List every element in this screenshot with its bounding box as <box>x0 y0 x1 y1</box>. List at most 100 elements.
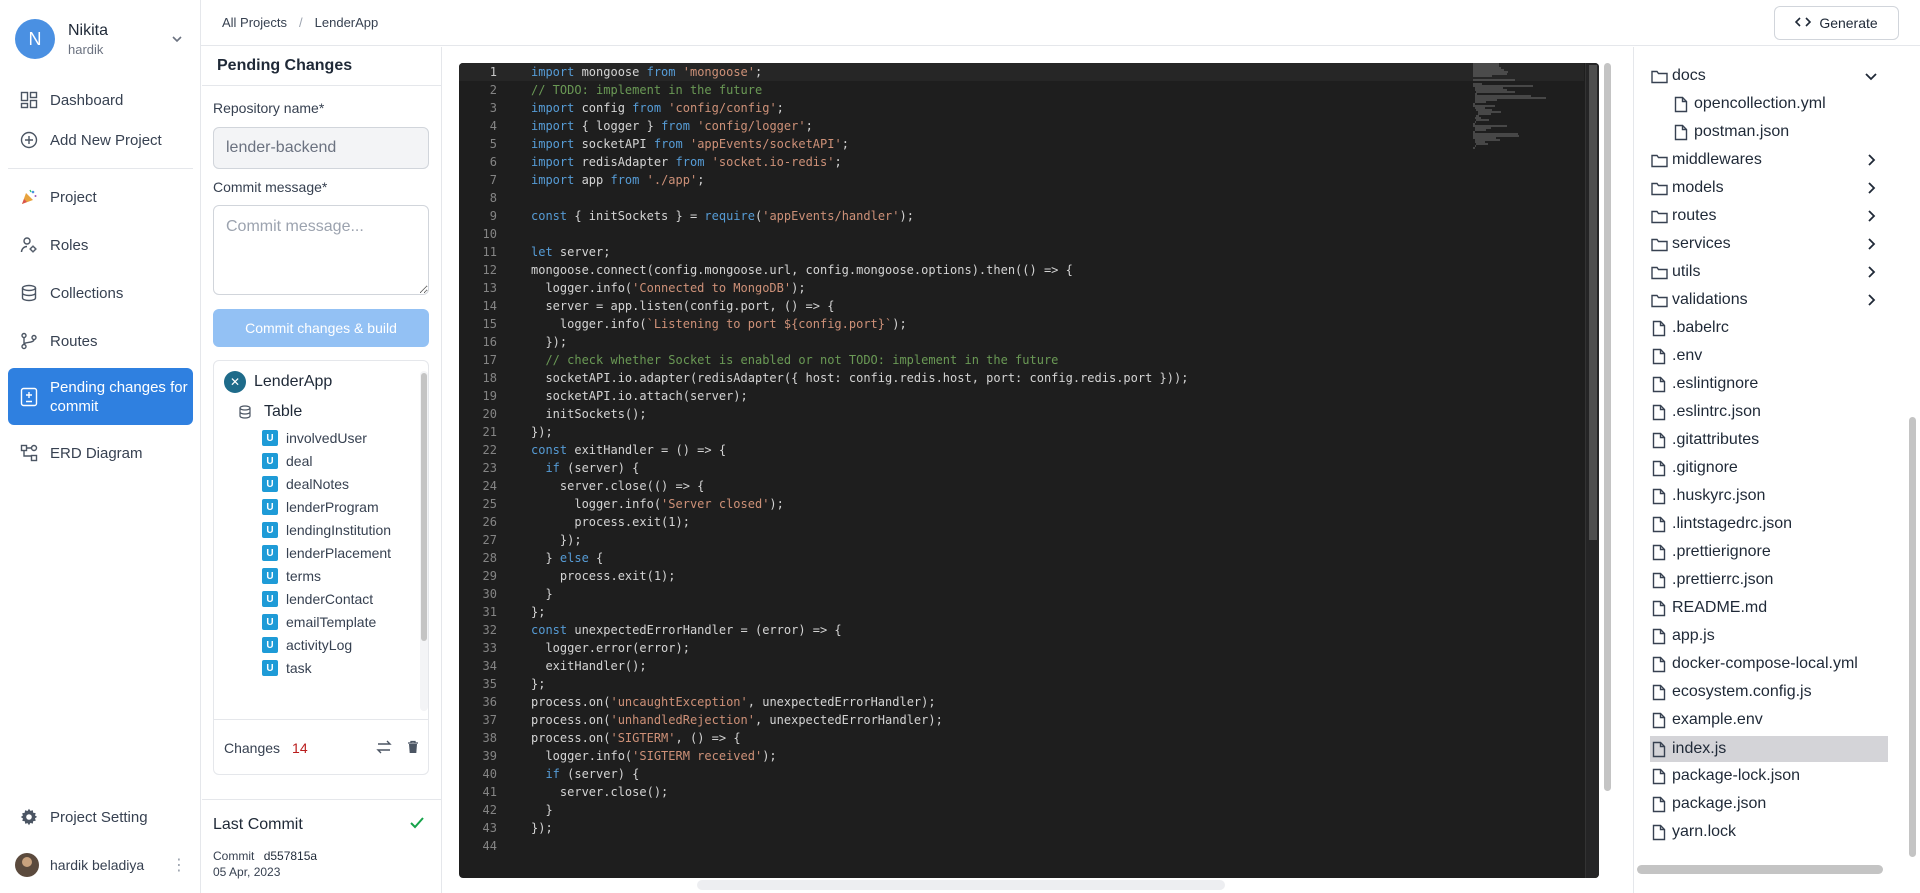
account-switcher[interactable]: N Nikita hardik <box>15 19 187 59</box>
code-line[interactable]: 39 logger.info('SIGTERM received'); <box>459 747 1584 765</box>
chevron-down-icon[interactable] <box>167 29 187 49</box>
file-node[interactable]: .huskyrc.json <box>1650 484 1765 508</box>
code-line[interactable]: 32 const unexpectedErrorHandler = (error)… <box>459 621 1584 639</box>
code-line[interactable]: 41 server.close(); <box>459 783 1584 801</box>
file-node[interactable]: .babelrc <box>1650 316 1729 340</box>
code-line[interactable]: 29 process.exit(1); <box>459 567 1584 585</box>
entity-item[interactable]: UinvolvedUser <box>262 430 367 446</box>
code-line[interactable]: 34 exitHandler(); <box>459 657 1584 675</box>
code-line[interactable]: 21}); <box>459 423 1584 441</box>
code-line[interactable]: 33 logger.error(error); <box>459 639 1584 657</box>
code-line[interactable]: 4 import { logger } from 'config/logger'; <box>459 117 1584 135</box>
entity-item[interactable]: Udeal <box>262 453 312 469</box>
code-line[interactable]: 37 process.on('unhandledRejection', unexp… <box>459 711 1584 729</box>
code-line[interactable]: 7 import app from './app'; <box>459 171 1584 189</box>
folder-node[interactable]: routes <box>1650 204 1716 228</box>
code-line[interactable]: 16 }); <box>459 333 1584 351</box>
sidebar-item-project[interactable]: Project <box>8 177 193 217</box>
generate-button[interactable]: Generate <box>1774 6 1899 40</box>
code-line[interactable]: 8 <box>459 189 1584 207</box>
code-line[interactable]: 27 }); <box>459 531 1584 549</box>
entity-item[interactable]: UlenderPlacement <box>262 545 391 561</box>
code-line[interactable]: 44 <box>459 837 1584 855</box>
file-node[interactable]: .env <box>1650 344 1702 368</box>
file-node[interactable]: .prettierrc.json <box>1650 568 1773 592</box>
code-line[interactable]: 2 // TODO: implement in the future <box>459 81 1584 99</box>
code-line[interactable]: 6 import redisAdapter from 'socket.io-red… <box>459 153 1584 171</box>
code-line[interactable]: 43}); <box>459 819 1584 837</box>
code-line[interactable]: 10 <box>459 225 1584 243</box>
entity-item[interactable]: Utask <box>262 660 312 676</box>
file-node[interactable]: app.js <box>1650 624 1715 648</box>
folder-node[interactable]: validations <box>1650 288 1748 312</box>
sidebar-item-pending-changes[interactable]: Pending changes for commit <box>8 368 193 425</box>
entity-item[interactable]: UdealNotes <box>262 476 349 492</box>
code-line[interactable]: 5 import socketAPI from 'appEvents/socket… <box>459 135 1584 153</box>
file-node[interactable]: index.js <box>1650 736 1888 762</box>
file-node[interactable]: opencollection.yml <box>1672 92 1826 116</box>
sidebar-item-dashboard[interactable]: Dashboard <box>8 80 193 120</box>
commit-message-input[interactable] <box>213 205 429 295</box>
sidebar-item-collections[interactable]: Collections <box>8 273 193 313</box>
horizontal-scrollbar[interactable] <box>697 880 1225 890</box>
code-line[interactable]: 13 logger.info('Connected to MongoDB'); <box>459 279 1584 297</box>
code-line[interactable]: 26 process.exit(1); <box>459 513 1584 531</box>
file-node[interactable]: .eslintrc.json <box>1650 400 1761 424</box>
code-line[interactable]: 3 import config from 'config/config'; <box>459 99 1584 117</box>
folder-node[interactable]: middlewares <box>1650 148 1762 172</box>
chevron-right-icon[interactable] <box>1864 209 1878 223</box>
code-line[interactable]: 35}; <box>459 675 1584 693</box>
file-node[interactable]: docker-compose-local.yml <box>1650 652 1858 676</box>
code-line[interactable]: 18 socketAPI.io.adapter(redisAdapter({ h… <box>459 369 1584 387</box>
code-line[interactable]: 14 server = app.listen(config.port, () =… <box>459 297 1584 315</box>
sidebar-item-roles[interactable]: Roles <box>8 225 193 265</box>
folder-node[interactable]: utils <box>1650 260 1700 284</box>
code-line[interactable]: 23 if (server) { <box>459 459 1584 477</box>
chevron-down-icon[interactable] <box>1864 69 1878 83</box>
app-node[interactable]: ✕ LenderApp <box>224 371 332 393</box>
user-profile[interactable]: hardik beladiya ⋮ <box>15 853 187 877</box>
editor-scrollbar[interactable] <box>1585 63 1599 878</box>
file-node[interactable]: .eslintignore <box>1650 372 1758 396</box>
chevron-right-icon[interactable] <box>1864 237 1878 251</box>
code-line[interactable]: 12 mongoose.connect(config.mongoose.url, … <box>459 261 1584 279</box>
sidebar-item-routes[interactable]: Routes <box>8 321 193 361</box>
entity-item[interactable]: UlendingInstitution <box>262 522 391 538</box>
repository-name-input[interactable] <box>213 127 429 169</box>
horizontal-scrollbar[interactable] <box>1637 865 1883 874</box>
code-line[interactable]: 36 process.on('uncaughtException', unexpe… <box>459 693 1584 711</box>
scrollbar[interactable] <box>1907 417 1917 857</box>
chevron-right-icon[interactable] <box>1864 153 1878 167</box>
table-node[interactable]: Table <box>236 403 302 421</box>
code-line[interactable]: 25 logger.info('Server closed'); <box>459 495 1584 513</box>
code-line[interactable]: 31}; <box>459 603 1584 621</box>
code-line[interactable]: 42 } <box>459 801 1584 819</box>
chevron-right-icon[interactable] <box>1864 265 1878 279</box>
file-node[interactable]: ecosystem.config.js <box>1650 680 1812 704</box>
code-line[interactable]: 17 // check whether Socket is enabled or… <box>459 351 1584 369</box>
entity-item[interactable]: Uterms <box>262 568 321 584</box>
code-line[interactable]: 28 } else { <box>459 549 1584 567</box>
file-node[interactable]: README.md <box>1650 596 1767 620</box>
file-node[interactable]: package-lock.json <box>1650 764 1800 788</box>
sidebar-item-add-project[interactable]: Add New Project <box>8 120 193 160</box>
file-node[interactable]: postman.json <box>1672 120 1789 144</box>
code-line[interactable]: 24 server.close(() => { <box>459 477 1584 495</box>
code-editor[interactable]: 1 import mongoose from 'mongoose'; 2 // TOD… <box>459 63 1599 878</box>
breadcrumb-all-projects[interactable]: All Projects <box>222 15 287 30</box>
commit-build-button[interactable]: Commit changes & build <box>213 309 429 347</box>
code-line[interactable]: 9 const { initSockets } = require('appEve… <box>459 207 1584 225</box>
entity-item[interactable]: UlenderContact <box>262 591 373 607</box>
code-line[interactable]: 15 logger.info(`Listening to port ${conf… <box>459 315 1584 333</box>
minimap[interactable] <box>1473 63 1583 151</box>
project-setting[interactable]: Project Setting <box>8 797 193 837</box>
file-node[interactable]: .gitattributes <box>1650 428 1759 452</box>
more-vertical-icon[interactable]: ⋮ <box>171 855 187 875</box>
code-line[interactable]: 22 const exitHandler = () => { <box>459 441 1584 459</box>
entity-item[interactable]: UactivityLog <box>262 637 352 653</box>
file-node[interactable]: .gitignore <box>1650 456 1738 480</box>
code-line[interactable]: 20 initSockets(); <box>459 405 1584 423</box>
file-node[interactable]: package.json <box>1650 792 1766 816</box>
code-line[interactable]: 30 } <box>459 585 1584 603</box>
entity-item[interactable]: UlenderProgram <box>262 499 379 515</box>
